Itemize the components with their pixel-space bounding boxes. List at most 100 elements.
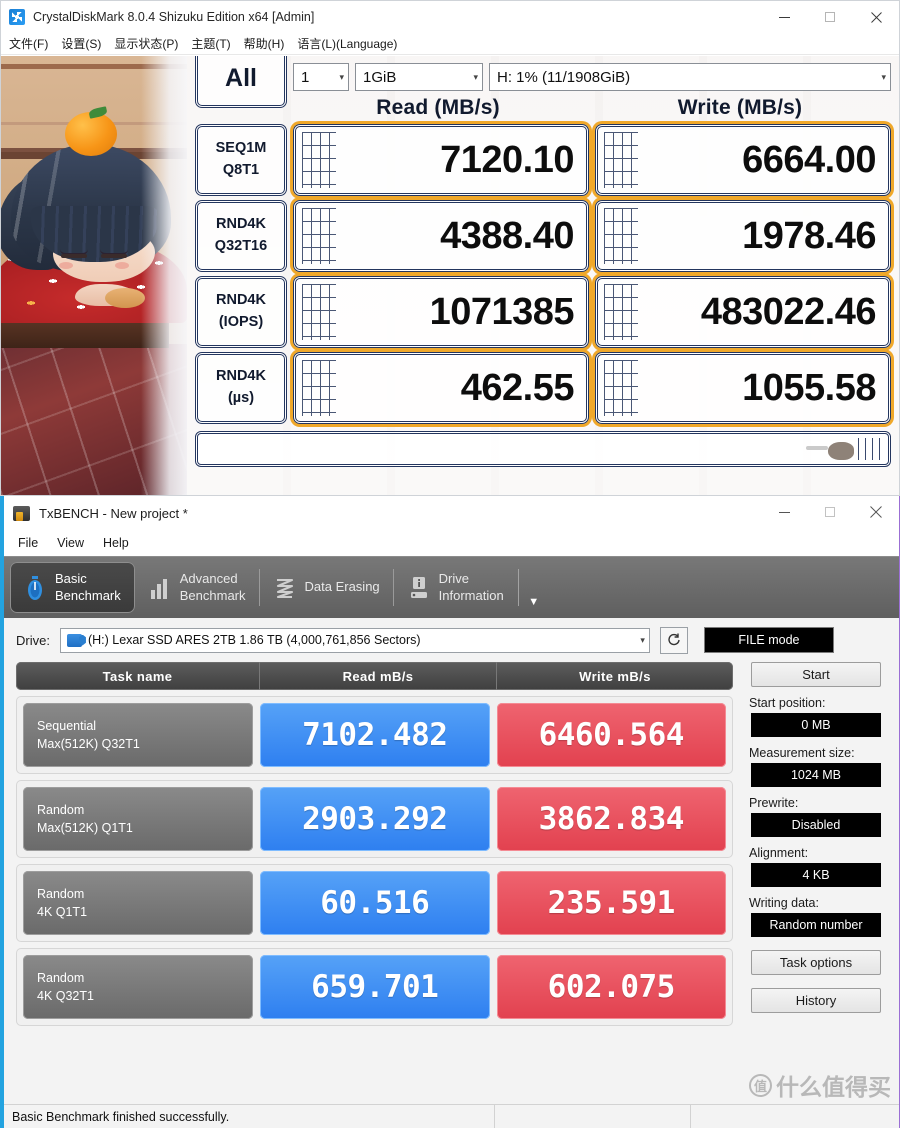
- history-button[interactable]: History: [751, 988, 881, 1013]
- writing-data-value[interactable]: Random number: [751, 913, 881, 937]
- status-message: Basic Benchmark finished successfully.: [12, 1109, 230, 1124]
- measurement-size-value[interactable]: 1024 MB: [751, 763, 881, 787]
- rnd4k-iops-read-value: 1071385: [293, 276, 589, 348]
- watermark: 值 什么值得买: [749, 1068, 891, 1102]
- menu-item-settings[interactable]: 设置(S): [61, 35, 101, 52]
- menu-item-theme[interactable]: 主题(T): [191, 35, 230, 52]
- task-name-top: Random: [37, 970, 85, 985]
- task-name-random-max512k-q1t1[interactable]: Random Max(512K) Q1T1: [23, 787, 253, 851]
- rnd4k-latency-read-value: 462.55: [293, 352, 589, 424]
- test-count-select[interactable]: 1 ▾: [293, 63, 349, 91]
- drive-info-icon: [408, 575, 430, 601]
- character-blush-right: [115, 262, 129, 269]
- minimize-icon[interactable]: [761, 1, 807, 33]
- test-label-top: RND4K: [216, 368, 266, 385]
- test-button-rnd4k-q32t16[interactable]: RND4K Q32T16: [195, 200, 287, 272]
- benchmark-row-rnd4k-iops: RND4K (IOPS) 1071385 483022.46: [195, 276, 891, 348]
- crystaldiskmark-body: All 1 ▾ 1GiB ▾ H: 1% (11/1908GiB) ▾ Read…: [1, 56, 899, 495]
- tab-drive-information[interactable]: Drive Information: [394, 557, 518, 618]
- mandarin-orange-icon: [65, 112, 117, 156]
- rnd4k-q32t16-write-value: 1978.46: [595, 200, 891, 272]
- menu-item-language[interactable]: 语言(L)(Language): [297, 35, 397, 52]
- start-button[interactable]: Start: [751, 662, 881, 687]
- target-drive-select[interactable]: H: 1% (11/1908GiB) ▾: [489, 63, 891, 91]
- task-options-button[interactable]: Task options: [751, 950, 881, 975]
- txbench-menubar: File View Help: [4, 530, 899, 556]
- tab-label-bottom: Benchmark: [179, 587, 246, 603]
- drive-select-value: (H:) Lexar SSD ARES 2TB 1.86 TB (4,000,7…: [87, 633, 421, 647]
- start-position-label: Start position:: [749, 696, 826, 710]
- test-label-top: SEQ1M: [215, 140, 267, 157]
- benchmark-row-rnd4k-latency: RND4K (µs) 462.55 1055.58: [195, 352, 891, 424]
- task-name-bottom: Max(512K) Q32T1: [37, 737, 140, 751]
- maximize-icon[interactable]: [807, 1, 853, 33]
- drive-label: Drive:: [16, 632, 50, 648]
- table-row: Random 4K Q1T1 60.516 235.591: [16, 864, 733, 942]
- tab-label-bottom: Benchmark: [55, 587, 121, 603]
- crystaldiskmark-title: CrystalDiskMark 8.0.4 Shizuku Edition x6…: [33, 10, 315, 24]
- txbench-icon: [13, 505, 30, 521]
- test-count-value: 1: [301, 68, 310, 86]
- maximize-icon[interactable]: [807, 496, 853, 528]
- menu-item-display-status[interactable]: 显示状态(P): [114, 35, 178, 52]
- test-button-seq1m-q8t1[interactable]: SEQ1M Q8T1: [195, 124, 287, 196]
- menu-item-help[interactable]: Help: [103, 536, 129, 550]
- tab-label-top: Advanced: [179, 571, 238, 587]
- minimize-icon[interactable]: [761, 496, 807, 528]
- mouse-mascot-icon: [806, 442, 854, 460]
- tab-label-bottom: Information: [438, 587, 504, 603]
- txbench-window: TxBENCH - New project * File View Help B…: [0, 496, 900, 1128]
- refresh-icon[interactable]: [659, 626, 688, 654]
- table-row: Random 4K Q32T1 659.701 602.075: [16, 948, 733, 1026]
- benchmark-results-table: Task name Read mB/s Write mB/s Sequentia…: [16, 662, 733, 1026]
- file-mode-indicator[interactable]: FILE mode: [703, 627, 834, 653]
- test-size-select[interactable]: 1GiB ▾: [355, 63, 483, 91]
- rnd4k-latency-write-value: 1055.58: [595, 352, 891, 424]
- task-name-bottom: Max(512K) Q1T1: [37, 821, 133, 835]
- table-row: Random Max(512K) Q1T1 2903.292 3862.834: [16, 780, 733, 858]
- test-button-rnd4k-iops[interactable]: RND4K (IOPS): [195, 276, 287, 348]
- chevron-down-icon[interactable]: ▼: [519, 557, 549, 618]
- drive-select[interactable]: (H:) Lexar SSD ARES 2TB 1.86 TB (4,000,7…: [59, 627, 650, 653]
- menu-item-file[interactable]: File: [18, 536, 38, 550]
- start-position-value[interactable]: 0 MB: [751, 713, 881, 737]
- txbench-tabbar: Basic Benchmark Advanced Benchmark Data …: [4, 556, 899, 618]
- chevron-down-icon: ▾: [339, 71, 344, 82]
- menu-item-file[interactable]: 文件(F): [9, 35, 48, 52]
- chevron-down-icon: ▾: [640, 634, 645, 645]
- txbench-drive-row: Drive: (H:) Lexar SSD ARES 2TB 1.86 TB (…: [4, 618, 899, 662]
- watermark-badge: 值: [749, 1073, 772, 1097]
- task-name-sequential-max512k-q32t1[interactable]: Sequential Max(512K) Q32T1: [23, 703, 253, 767]
- target-drive-value: H: 1% (11/1908GiB): [497, 68, 631, 86]
- menu-item-help[interactable]: 帮助(H): [244, 35, 285, 52]
- close-icon[interactable]: [853, 1, 899, 33]
- alignment-value[interactable]: 4 KB: [751, 863, 881, 887]
- txbench-window-controls: [761, 496, 899, 528]
- read-value-row-3: 60.516: [260, 871, 490, 935]
- test-button-rnd4k-latency[interactable]: RND4K (µs): [195, 352, 287, 424]
- test-label-top: RND4K: [216, 216, 266, 233]
- tab-data-erasing[interactable]: Data Erasing: [260, 557, 394, 618]
- crystaldiskmark-column-headers: Read (MB/s) Write (MB/s): [195, 96, 891, 120]
- benchmark-row-rnd4k-q32t16: RND4K Q32T16 4388.40 1978.46: [195, 200, 891, 272]
- task-name-bottom: 4K Q1T1: [37, 905, 88, 919]
- progress-bar: [195, 431, 891, 467]
- chevron-down-icon: ▾: [473, 71, 478, 82]
- seq1m-write-value: 6664.00: [595, 124, 891, 196]
- txbench-titlebar: TxBENCH - New project *: [4, 496, 899, 530]
- measurement-size-label: Measurement size:: [749, 746, 855, 760]
- close-icon[interactable]: [853, 496, 899, 528]
- write-value-row-4: 602.075: [496, 955, 726, 1019]
- column-header-write: Write mB/s: [579, 668, 651, 684]
- task-name-top: Random: [37, 802, 85, 817]
- task-name-random-4k-q32t1[interactable]: Random 4K Q32T1: [23, 955, 253, 1019]
- task-name-random-4k-q1t1[interactable]: Random 4K Q1T1: [23, 871, 253, 935]
- all-button[interactable]: All: [195, 56, 287, 108]
- prewrite-value[interactable]: Disabled: [751, 813, 881, 837]
- menu-item-view[interactable]: View: [57, 536, 84, 550]
- crystaldiskmark-controls-row: All 1 ▾ 1GiB ▾ H: 1% (11/1908GiB) ▾: [195, 56, 891, 108]
- task-name-top: Sequential: [37, 718, 97, 733]
- tab-advanced-benchmark[interactable]: Advanced Benchmark: [135, 557, 260, 618]
- tab-basic-benchmark[interactable]: Basic Benchmark: [10, 562, 135, 613]
- test-label-top: RND4K: [216, 292, 266, 309]
